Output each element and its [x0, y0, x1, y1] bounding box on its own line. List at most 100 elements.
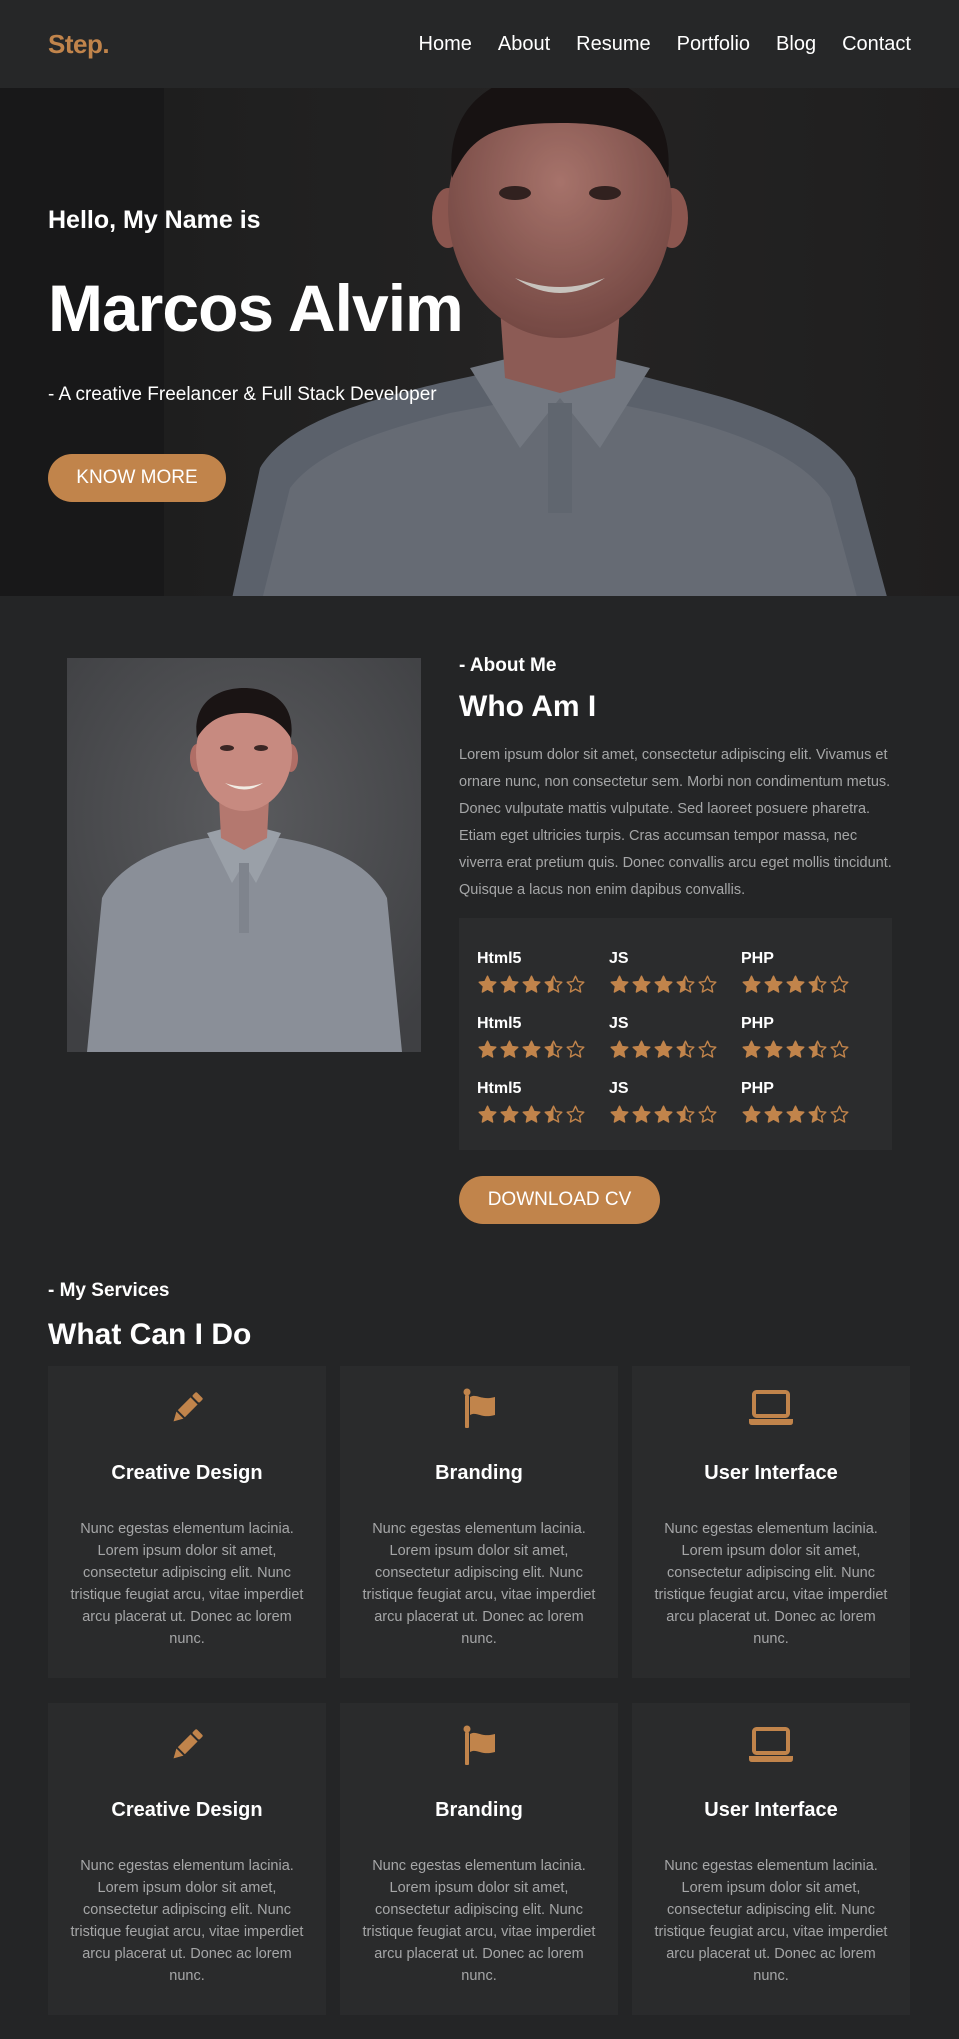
star-icon [478, 1105, 497, 1123]
service-title: Creative Design [111, 1462, 263, 1484]
star-icon [566, 1040, 585, 1058]
nav-item-home[interactable]: Home [419, 33, 472, 56]
star-icon [500, 975, 519, 993]
star-rating [477, 1104, 597, 1125]
star-icon [544, 975, 563, 993]
skill-item: PHP [741, 1015, 861, 1060]
skill-name: Html5 [477, 1080, 522, 1097]
star-icon [500, 1105, 519, 1123]
hero-name: Marcos Alvim [48, 271, 464, 345]
service-text: Nunc egestas elementum lacinia. Lorem ip… [70, 1858, 304, 1984]
skill-name: Html5 [477, 950, 522, 967]
skill-name: JS [609, 950, 629, 967]
pencil-icon [48, 1723, 326, 1767]
star-rating [741, 1104, 861, 1125]
service-title: User Interface [704, 1462, 838, 1484]
service-text: Nunc egestas elementum lacinia. Lorem ip… [362, 1521, 596, 1647]
star-icon [764, 975, 783, 993]
skill-name: JS [609, 1080, 629, 1097]
star-icon [654, 1105, 673, 1123]
nav-item-blog[interactable]: Blog [776, 33, 816, 56]
skill-item: Html5 [477, 1015, 597, 1060]
skill-item: PHP [741, 950, 861, 995]
star-icon [544, 1040, 563, 1058]
star-icon [742, 1040, 761, 1058]
star-icon [764, 1040, 783, 1058]
nav-item-portfolio[interactable]: Portfolio [677, 33, 750, 56]
nav-item-about[interactable]: About [498, 33, 550, 56]
about-kicker: - About Me [459, 655, 557, 676]
star-icon [654, 975, 673, 993]
about-photo [67, 658, 421, 1052]
top-navbar: Step. Home About Resume Portfolio Blog C… [0, 0, 959, 88]
star-icon [698, 1105, 717, 1123]
star-icon [632, 1105, 651, 1123]
star-icon [808, 1105, 827, 1123]
nav-item-resume[interactable]: Resume [576, 33, 650, 56]
star-icon [830, 1105, 849, 1123]
star-icon [500, 1040, 519, 1058]
star-icon [632, 1040, 651, 1058]
flag-icon [340, 1386, 618, 1430]
laptop-icon [632, 1723, 910, 1767]
skill-item: Html5 [477, 1080, 597, 1125]
services-title: What Can I Do [48, 1318, 252, 1351]
star-icon [830, 975, 849, 993]
star-icon [610, 975, 629, 993]
star-rating [609, 1104, 729, 1125]
star-icon [830, 1040, 849, 1058]
service-card: Branding Nunc egestas elementum lacinia.… [340, 1703, 618, 2015]
star-icon [632, 975, 651, 993]
star-icon [566, 1105, 585, 1123]
star-icon [522, 1040, 541, 1058]
about-text: Lorem ipsum dolor sit amet, consectetur … [459, 747, 892, 898]
about-title: Who Am I [459, 690, 597, 723]
know-more-button[interactable]: KNOW MORE [48, 454, 226, 502]
star-icon [786, 975, 805, 993]
pencil-icon [48, 1386, 326, 1430]
star-icon [522, 975, 541, 993]
star-icon [786, 1105, 805, 1123]
star-rating [609, 974, 729, 995]
star-rating [477, 974, 597, 995]
site-logo[interactable]: Step. [48, 29, 110, 60]
star-icon [610, 1040, 629, 1058]
service-title: Branding [435, 1799, 523, 1821]
star-icon [544, 1105, 563, 1123]
star-icon [808, 975, 827, 993]
star-icon [698, 975, 717, 993]
service-title: Creative Design [111, 1799, 263, 1821]
service-text: Nunc egestas elementum lacinia. Lorem ip… [70, 1521, 304, 1647]
star-icon [698, 1040, 717, 1058]
services-kicker: - My Services [48, 1280, 170, 1301]
star-rating [741, 1039, 861, 1060]
skill-name: PHP [741, 950, 774, 967]
skills-panel: Html5 JS PHP Html5 JS PHP Html5 JS PHP [459, 918, 892, 1150]
star-icon [808, 1040, 827, 1058]
star-icon [764, 1105, 783, 1123]
skill-item: JS [609, 1015, 729, 1060]
star-icon [478, 975, 497, 993]
skill-item: JS [609, 1080, 729, 1125]
star-icon [676, 1105, 695, 1123]
star-icon [786, 1040, 805, 1058]
service-card: Creative Design Nunc egestas elementum l… [48, 1703, 326, 2015]
download-cv-button[interactable]: DOWNLOAD CV [459, 1176, 660, 1224]
star-rating [609, 1039, 729, 1060]
service-text: Nunc egestas elementum lacinia. Lorem ip… [362, 1858, 596, 1984]
star-rating [477, 1039, 597, 1060]
service-text: Nunc egestas elementum lacinia. Lorem ip… [654, 1521, 888, 1647]
nav-item-contact[interactable]: Contact [842, 33, 911, 56]
nav-menu: Home About Resume Portfolio Blog Contact [419, 33, 911, 56]
hero-section: Hello, My Name is Marcos Alvim - A creat… [0, 88, 959, 596]
laptop-icon [632, 1386, 910, 1430]
skill-item: Html5 [477, 950, 597, 995]
star-icon [742, 1105, 761, 1123]
flag-icon [340, 1723, 618, 1767]
star-icon [654, 1040, 673, 1058]
service-card: Branding Nunc egestas elementum lacinia.… [340, 1366, 618, 1678]
service-card: Creative Design Nunc egestas elementum l… [48, 1366, 326, 1678]
skill-item: PHP [741, 1080, 861, 1125]
star-icon [522, 1105, 541, 1123]
service-card: User Interface Nunc egestas elementum la… [632, 1366, 910, 1678]
